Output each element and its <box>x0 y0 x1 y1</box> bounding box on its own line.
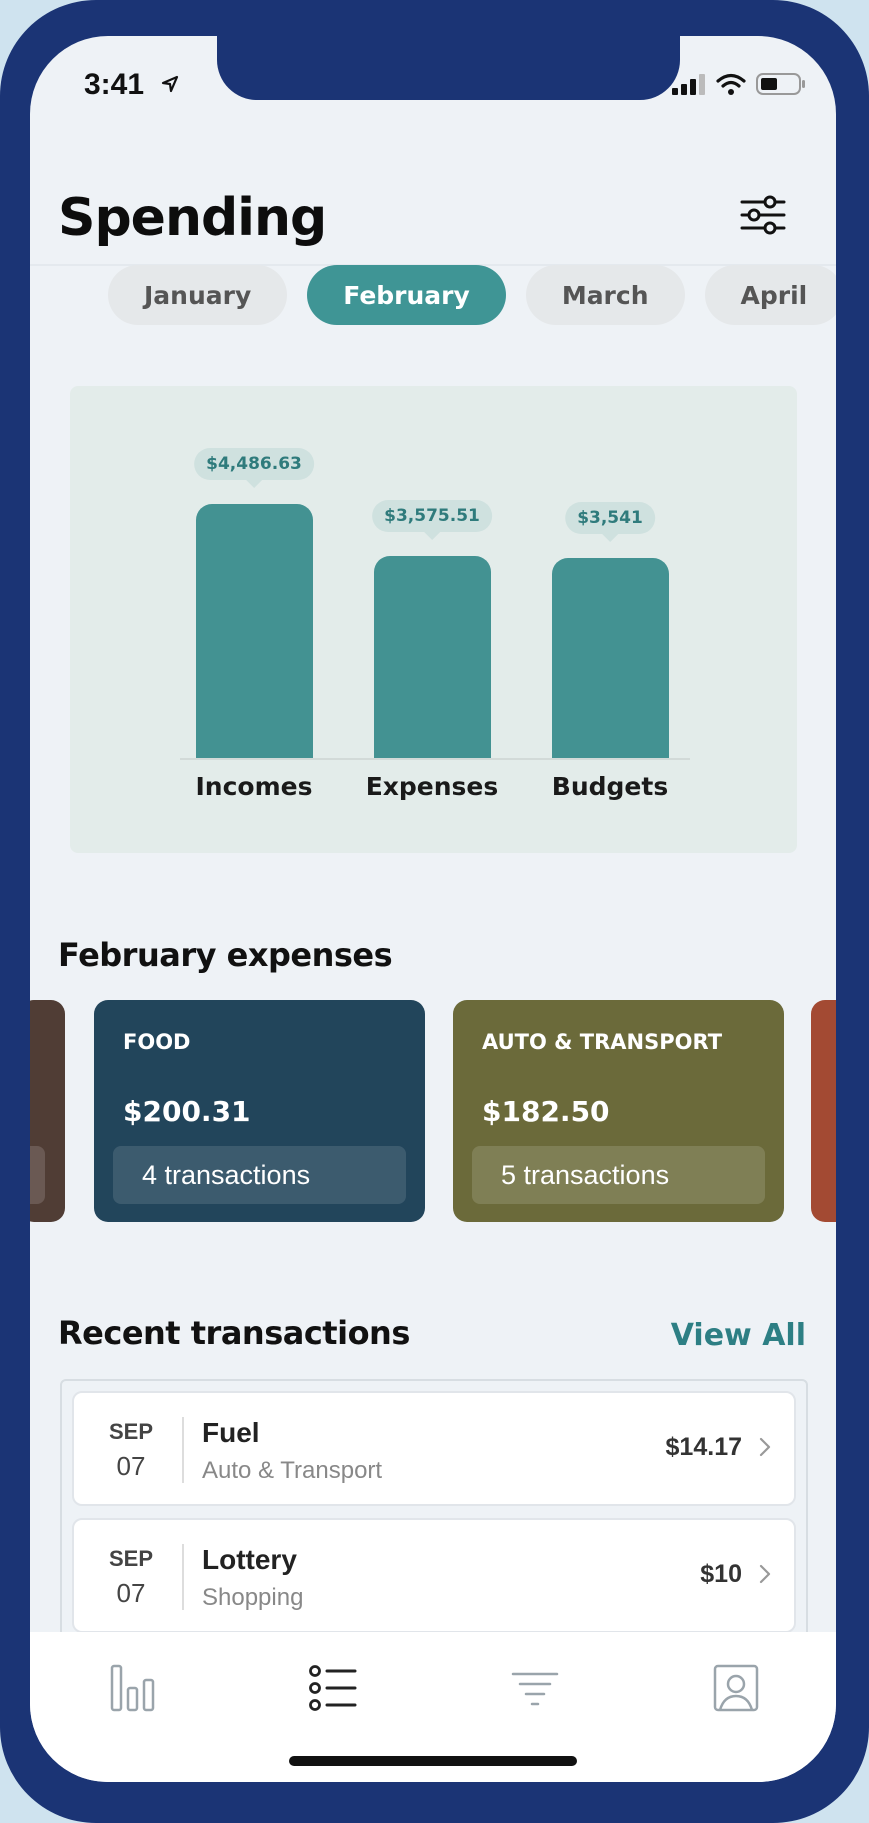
transaction-name: Fuel <box>202 1417 260 1448</box>
category-transactions[interactable]: 4 transactions <box>113 1146 406 1204</box>
bar-expenses[interactable] <box>373 556 491 758</box>
chevron-right-icon <box>759 1564 771 1584</box>
expenses-section-title: February expenses <box>58 936 393 974</box>
category-card-food[interactable]: FOOD $200.31 4 transactions <box>94 1000 425 1222</box>
transaction-name: Lottery <box>202 1544 297 1575</box>
category-pill-partial <box>30 1146 45 1204</box>
category-axis-label: Budgets <box>551 772 669 801</box>
category-name: AUTO & TRANSPORT <box>482 1030 723 1054</box>
signal-icon <box>672 74 705 95</box>
battery-icon <box>756 73 805 95</box>
category-card-partial-left[interactable] <box>30 1000 65 1222</box>
bar-chart-icon[interactable] <box>102 1658 162 1718</box>
page-title: Spending <box>58 188 327 248</box>
category-card-auto-transport[interactable]: AUTO & TRANSPORT $182.50 5 transactions <box>453 1000 784 1222</box>
bar-value-label: $4,486.63 <box>194 448 314 488</box>
tab-march[interactable]: March <box>525 265 685 325</box>
transaction-month: SEP <box>108 1419 154 1444</box>
transaction-day: 07 <box>116 1578 146 1608</box>
month-tabs: January February March April <box>108 265 836 325</box>
category-transactions[interactable]: 5 transactions <box>472 1146 765 1204</box>
header: Spending <box>30 136 836 266</box>
transaction-day: 07 <box>116 1451 146 1481</box>
location-arrow-icon <box>161 75 179 93</box>
category-axis-label: Expenses <box>365 772 499 801</box>
list-icon[interactable] <box>303 1658 363 1718</box>
chart-baseline <box>180 758 690 760</box>
bar-incomes[interactable] <box>195 504 313 758</box>
profile-icon[interactable] <box>706 1658 766 1718</box>
tab-april[interactable]: April <box>704 265 836 325</box>
category-card-partial-right[interactable] <box>811 1000 836 1222</box>
transaction-row[interactable]: SEP 07 Fuel Auto & Transport $14.17 <box>72 1391 796 1506</box>
bar-budgets[interactable] <box>551 558 669 758</box>
bar-value-label: $3,541 <box>565 502 655 542</box>
divider <box>182 1417 184 1483</box>
transaction-row[interactable]: SEP 07 Lottery Shopping $10 <box>72 1518 796 1633</box>
settings-sliders-icon[interactable] <box>740 194 786 236</box>
summary-chart: $4,486.63 Incomes $3,575.51 Expenses $3,541 B… <box>70 386 797 853</box>
notch <box>217 36 680 100</box>
divider <box>182 1544 184 1610</box>
transaction-category: Shopping <box>202 1584 304 1611</box>
wifi-icon <box>716 73 746 95</box>
recent-transactions-title: Recent transactions <box>58 1314 410 1352</box>
category-amount: $200.31 <box>123 1095 251 1128</box>
transaction-amount: $14.17 <box>665 1433 742 1461</box>
home-indicator <box>289 1756 577 1766</box>
category-axis-label: Incomes <box>195 772 313 801</box>
tab-january[interactable]: January <box>108 265 288 325</box>
filter-icon[interactable] <box>505 1658 565 1718</box>
transaction-amount: $10 <box>700 1560 742 1588</box>
category-amount: $182.50 <box>482 1095 610 1128</box>
chevron-right-icon <box>759 1437 771 1457</box>
screen: 3:41 Spending January February March Apr… <box>30 36 836 1782</box>
tab-february[interactable]: February <box>307 265 506 325</box>
status-indicators <box>672 72 806 96</box>
transaction-category: Auto & Transport <box>202 1457 383 1484</box>
status-time: 3:41 <box>84 68 145 101</box>
transaction-month: SEP <box>108 1546 154 1571</box>
category-name: FOOD <box>123 1030 191 1054</box>
bar-value-label: $3,575.51 <box>372 500 492 540</box>
view-all-link[interactable]: View All <box>671 1318 806 1353</box>
